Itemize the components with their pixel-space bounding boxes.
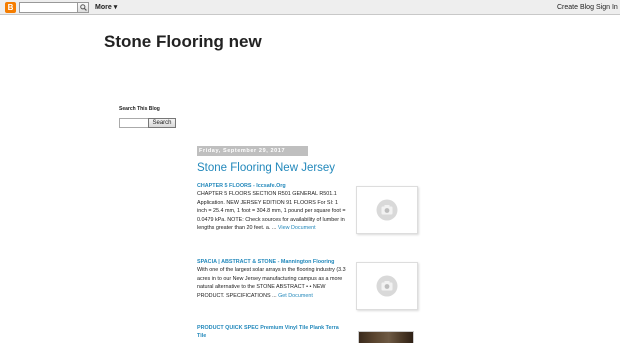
entry-title[interactable]: CHAPTER 5 FLOORS - Iccsafe.Org (197, 182, 347, 190)
blog-search-input[interactable] (119, 118, 149, 128)
sidebar-search-heading: Search This Blog (119, 106, 160, 112)
navbar-search-button[interactable] (77, 2, 89, 13)
blogger-logo-icon[interactable]: B (5, 2, 16, 13)
list-item: SPACIA | ABSTRACT & STONE - Mannington F… (197, 258, 347, 300)
blogger-navbar: B More ▾ Create Blog Sign In (0, 0, 620, 15)
post-date-header: Friday, September 29, 2017 (197, 146, 308, 156)
blog-title[interactable]: Stone Flooring new (104, 32, 262, 52)
search-icon (79, 4, 87, 11)
entry-thumbnail-photo[interactable] (358, 331, 414, 343)
get-document-link[interactable]: Get Document (278, 293, 313, 299)
entry-title[interactable]: SPACIA | ABSTRACT & STONE - Mannington F… (197, 258, 347, 266)
create-blog-link[interactable]: Create Blog (557, 2, 594, 13)
logo-letter: B (7, 2, 14, 12)
camera-icon (376, 275, 398, 297)
list-item: CHAPTER 5 FLOORS - Iccsafe.Org CHAPTER 5… (197, 182, 347, 232)
entry-thumbnail[interactable] (356, 262, 418, 310)
post-title[interactable]: Stone Flooring New Jersey (197, 160, 335, 176)
sign-in-link[interactable]: Sign In (596, 2, 618, 13)
entry-snippet: With one of the largest solar arrays in … (197, 267, 346, 299)
view-document-link[interactable]: View Document (278, 225, 316, 231)
entry-thumbnail[interactable] (356, 186, 418, 234)
more-label: More (95, 4, 112, 11)
list-item: PRODUCT QUICK SPEC Premium Vinyl Tile Pl… (197, 324, 347, 341)
camera-icon (376, 199, 398, 221)
chevron-down-icon: ▾ (113, 4, 118, 11)
entry-snippet: CHAPTER 5 FLOORS SECTION R501 GENERAL R5… (197, 191, 346, 232)
blog-search-button[interactable]: Search (148, 118, 176, 128)
more-menu[interactable]: More ▾ (95, 2, 117, 13)
entry-title[interactable]: PRODUCT QUICK SPEC Premium Vinyl Tile Pl… (197, 324, 347, 341)
